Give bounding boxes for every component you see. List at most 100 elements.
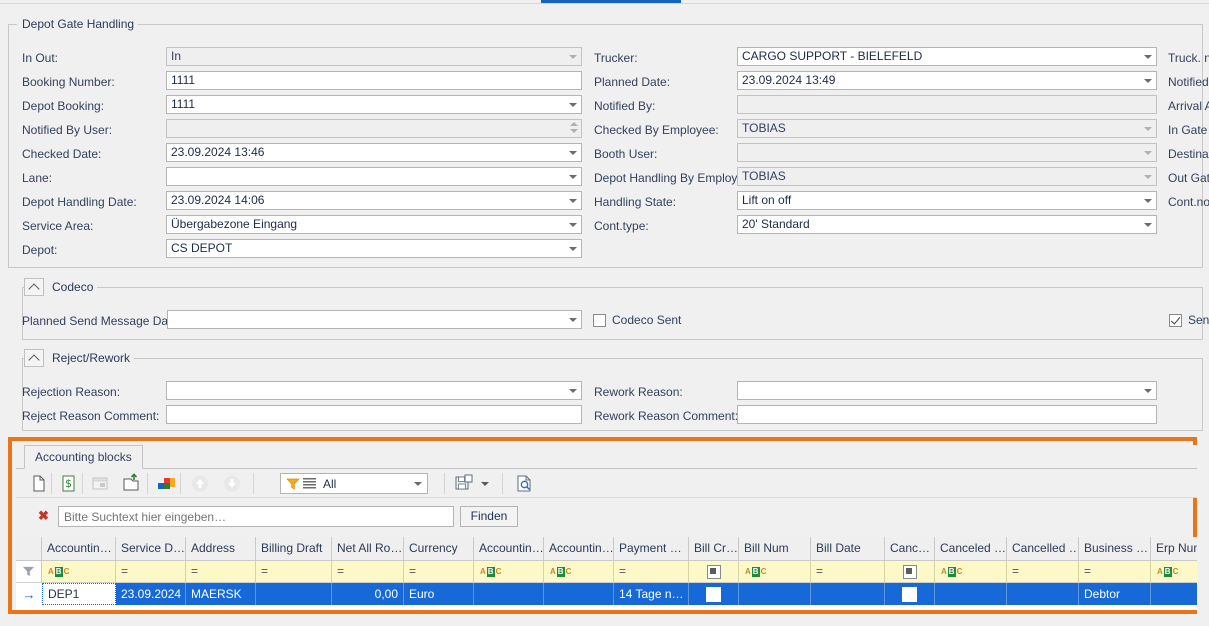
field-checked-date[interactable]: 23.09.2024 13:46 <box>166 143 582 162</box>
filter-cell[interactable]: ABC <box>739 561 811 583</box>
filter-cell[interactable]: ABC <box>544 561 614 583</box>
field-planned-date[interactable]: 23.09.2024 13:49 <box>737 71 1157 90</box>
field-checked-by-employee[interactable]: TOBIAS <box>737 119 1157 138</box>
field-notified-by[interactable] <box>737 95 1157 114</box>
new-document-icon[interactable] <box>26 472 50 495</box>
column-header[interactable]: Service D… <box>116 537 186 561</box>
column-header[interactable]: Billing Draft <box>256 537 332 561</box>
field-depot-handling-date[interactable]: 23.09.2024 14:06 <box>166 191 582 210</box>
table-cell[interactable]: 23.09.2024 <box>116 583 186 605</box>
filter-cell[interactable]: = <box>1079 561 1151 583</box>
field-reject-reason-comment[interactable] <box>166 405 582 424</box>
label-checked-date: Checked Date: <box>22 147 102 161</box>
checkbox-send[interactable]: Send <box>1169 313 1209 327</box>
search-row: ✖ Finden <box>16 503 1197 531</box>
filter-cell[interactable]: = <box>116 561 186 583</box>
row-checkbox[interactable] <box>902 586 917 602</box>
table-cell[interactable] <box>474 583 544 605</box>
filter-cell[interactable]: = <box>186 561 256 583</box>
search-input[interactable] <box>58 506 454 527</box>
field-depot-handling-by-employee[interactable]: TOBIAS <box>737 167 1157 186</box>
column-header[interactable]: Canc… <box>885 537 935 561</box>
table-cell[interactable] <box>544 583 614 605</box>
column-header[interactable]: Canceled … <box>935 537 1007 561</box>
filter-cell[interactable]: = <box>1007 561 1079 583</box>
reject-rework-collapse-button[interactable] <box>24 349 44 367</box>
table-cell[interactable] <box>811 583 885 605</box>
column-header[interactable]: Bill Num <box>739 537 811 561</box>
filter-cell[interactable] <box>885 561 935 583</box>
field-handling-state[interactable]: Lift on off <box>737 191 1157 210</box>
column-header[interactable]: Accountin… <box>474 537 544 561</box>
money-document-icon[interactable]: $ <box>56 472 80 495</box>
table-cell[interactable] <box>739 583 811 605</box>
save-icon[interactable] <box>452 472 476 495</box>
table-cell[interactable] <box>689 583 739 605</box>
table-cell[interactable]: Euro <box>404 583 474 605</box>
field-depot-booking[interactable]: 1111 <box>166 95 582 114</box>
table-cell[interactable]: MAERSK <box>186 583 256 605</box>
row-checkbox[interactable] <box>706 586 721 602</box>
field-in-out[interactable]: In <box>166 47 582 66</box>
filter-cell[interactable]: = <box>404 561 474 583</box>
field-booking-number[interactable]: 1111 <box>166 71 582 90</box>
filter-cell[interactable]: ABC <box>42 561 116 583</box>
column-header[interactable]: Accountin… <box>544 537 614 561</box>
filter-cell[interactable]: = <box>614 561 689 583</box>
filter-cell[interactable]: = <box>811 561 885 583</box>
field-service-area[interactable]: Übergabezone Eingang <box>166 215 582 234</box>
codeco-title: Codeco <box>48 280 98 294</box>
table-cell[interactable] <box>1151 583 1197 605</box>
codeco-collapse-button[interactable] <box>24 278 44 296</box>
filter-cell[interactable] <box>689 561 739 583</box>
table-cell[interactable] <box>256 583 332 605</box>
save-dropdown-chevron-down-icon[interactable] <box>476 472 494 495</box>
table-cell[interactable]: Debtor <box>1079 583 1151 605</box>
field-rework-reason-comment[interactable] <box>737 405 1157 424</box>
field-rework-reason[interactable] <box>737 381 1157 400</box>
tab-accounting-blocks[interactable]: Accounting blocks <box>24 445 143 469</box>
table-cell[interactable] <box>935 583 1007 605</box>
grid-filter-row[interactable]: A B C = = = = = A B C A B C = A B C = A B C = = A B C <box>16 561 1197 583</box>
document-search-icon[interactable] <box>512 472 536 495</box>
checkbox-codeco-sent-box[interactable] <box>593 313 606 327</box>
table-cell[interactable] <box>1007 583 1079 605</box>
field-lane[interactable] <box>166 167 582 186</box>
table-cell[interactable]: 14 Tage n… <box>614 583 689 605</box>
filter-cell[interactable]: ABC <box>1151 561 1197 583</box>
field-notified-by-user[interactable] <box>166 119 582 138</box>
filter-combo[interactable]: All <box>280 473 428 494</box>
column-header[interactable]: Bill Cr… <box>689 537 739 561</box>
column-header[interactable]: Payment … <box>614 537 689 561</box>
field-cont-type[interactable]: 20' Standard <box>737 215 1157 234</box>
clear-x-icon[interactable]: ✖ <box>38 509 49 522</box>
column-header[interactable]: Accountin… <box>42 537 116 561</box>
column-header[interactable]: Cancelled … <box>1007 537 1079 561</box>
table-cell[interactable]: DEP1 <box>42 583 116 605</box>
checkbox-send-box[interactable] <box>1169 313 1182 327</box>
color-blocks-icon[interactable] <box>154 472 178 495</box>
filter-cell[interactable]: = <box>256 561 332 583</box>
filter-cell[interactable]: ABC <box>474 561 544 583</box>
export-folder-icon[interactable] <box>120 472 144 495</box>
filter-row-funnel-button[interactable] <box>16 561 42 583</box>
find-button[interactable]: Finden <box>460 506 518 527</box>
column-header[interactable]: Address <box>186 537 256 561</box>
column-header[interactable]: Business … <box>1079 537 1151 561</box>
field-planned-send-message-date[interactable] <box>167 310 582 329</box>
spinner-icon[interactable] <box>570 122 578 136</box>
field-depot[interactable]: CS DEPOT <box>166 239 582 258</box>
table-row[interactable]: → DEP1 23.09.2024 MAERSK 0,00 Euro 14 Tage n… D… <box>16 583 1197 605</box>
table-cell[interactable] <box>885 583 935 605</box>
field-booth-user[interactable] <box>737 143 1157 162</box>
field-trucker[interactable]: CARGO SUPPORT - BIELEFELD <box>737 47 1157 66</box>
column-header[interactable]: Currency <box>404 537 474 561</box>
checkbox-codeco-sent[interactable]: Codeco Sent <box>593 313 681 327</box>
table-cell[interactable]: 0,00 <box>332 583 404 605</box>
filter-cell[interactable]: ABC <box>935 561 1007 583</box>
column-header[interactable]: Erp Number <box>1151 537 1197 561</box>
column-header[interactable]: Bill Date <box>811 537 885 561</box>
field-rejection-reason[interactable] <box>166 381 582 400</box>
column-header[interactable]: Net All Ro… <box>332 537 404 561</box>
filter-cell[interactable]: = <box>332 561 404 583</box>
